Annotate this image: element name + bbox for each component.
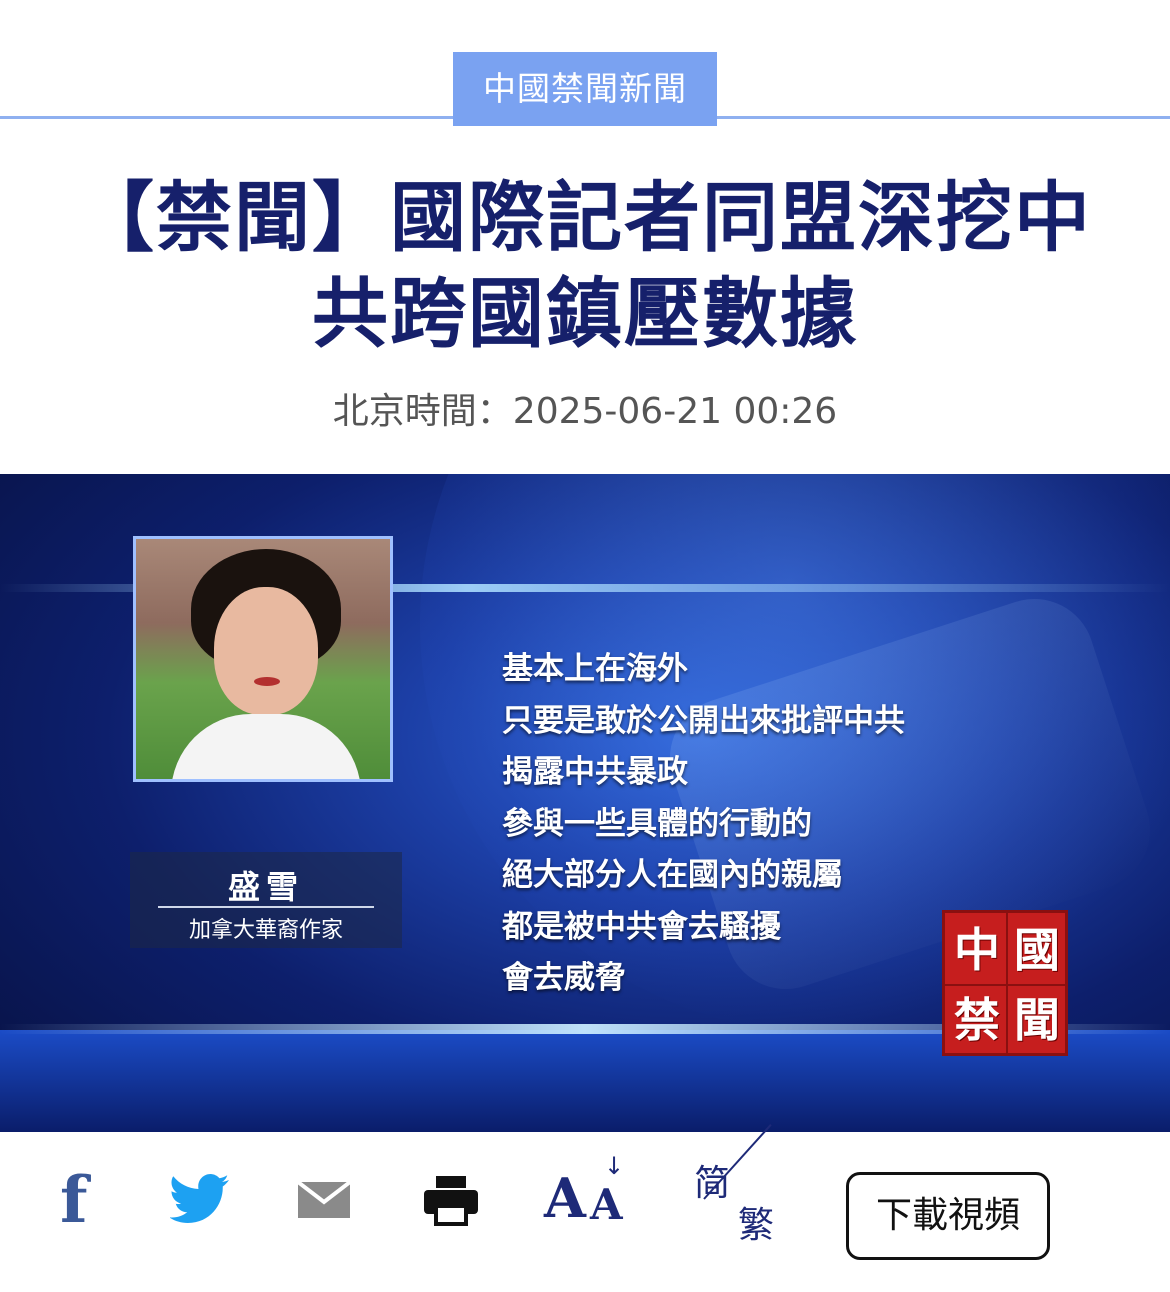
speaker-caption: 盛雪 加拿大華裔作家 — [130, 852, 402, 948]
quote-line: 絕大部分人在國內的親屬 — [502, 857, 843, 893]
logo-char: 禁 — [954, 993, 1000, 1047]
category-tab[interactable]: 中國禁聞新聞 — [453, 52, 717, 126]
share-toolbar: f A A ↓ 简 繁 下載視頻 — [0, 1124, 1170, 1290]
video-player[interactable]: 盛雪 加拿大華裔作家 基本上在海外 只要是敢於公開出來批評中共 揭露中共暴政 參… — [0, 474, 1170, 1132]
article-date: 北京時間：2025-06-21 00:26 — [332, 391, 838, 432]
article-title: 【禁聞】國際記者同盟深挖中共跨國鎮壓數據 — [78, 173, 1092, 358]
speaker-role: 加拿大華裔作家 — [188, 918, 343, 943]
facebook-icon[interactable]: f — [60, 1169, 100, 1233]
speaker-name: 盛雪 — [227, 868, 304, 906]
channel-logo: 中 國 禁 聞 — [942, 910, 1068, 1056]
email-icon[interactable] — [296, 1180, 352, 1218]
logo-char: 聞 — [1014, 993, 1060, 1047]
logo-char: 中 — [954, 923, 1000, 977]
speaker-photo — [133, 536, 393, 782]
quote-line: 揭露中共暴政 — [502, 754, 688, 790]
category-header: 中國禁聞新聞 — [0, 0, 1170, 130]
print-icon[interactable] — [424, 1176, 478, 1226]
font-size-icon[interactable]: A A ↓ — [544, 1152, 636, 1232]
twitter-icon[interactable] — [169, 1174, 230, 1224]
download-video-button[interactable]: 下載視頻 — [846, 1172, 1050, 1260]
quote-line: 只要是敢於公開出來批評中共 — [502, 702, 905, 739]
simplified-label: 简 — [694, 1163, 731, 1204]
logo-char: 國 — [1014, 923, 1060, 977]
quote-line: 參與一些具體的行動的 — [502, 805, 812, 842]
traditional-label: 繁 — [738, 1205, 775, 1246]
caption-divider — [158, 906, 374, 908]
simplified-traditional-toggle[interactable]: 简 繁 — [694, 1124, 788, 1246]
quote-line: 基本上在海外 — [502, 651, 688, 687]
arrow-down-icon: ↓ — [604, 1152, 625, 1180]
